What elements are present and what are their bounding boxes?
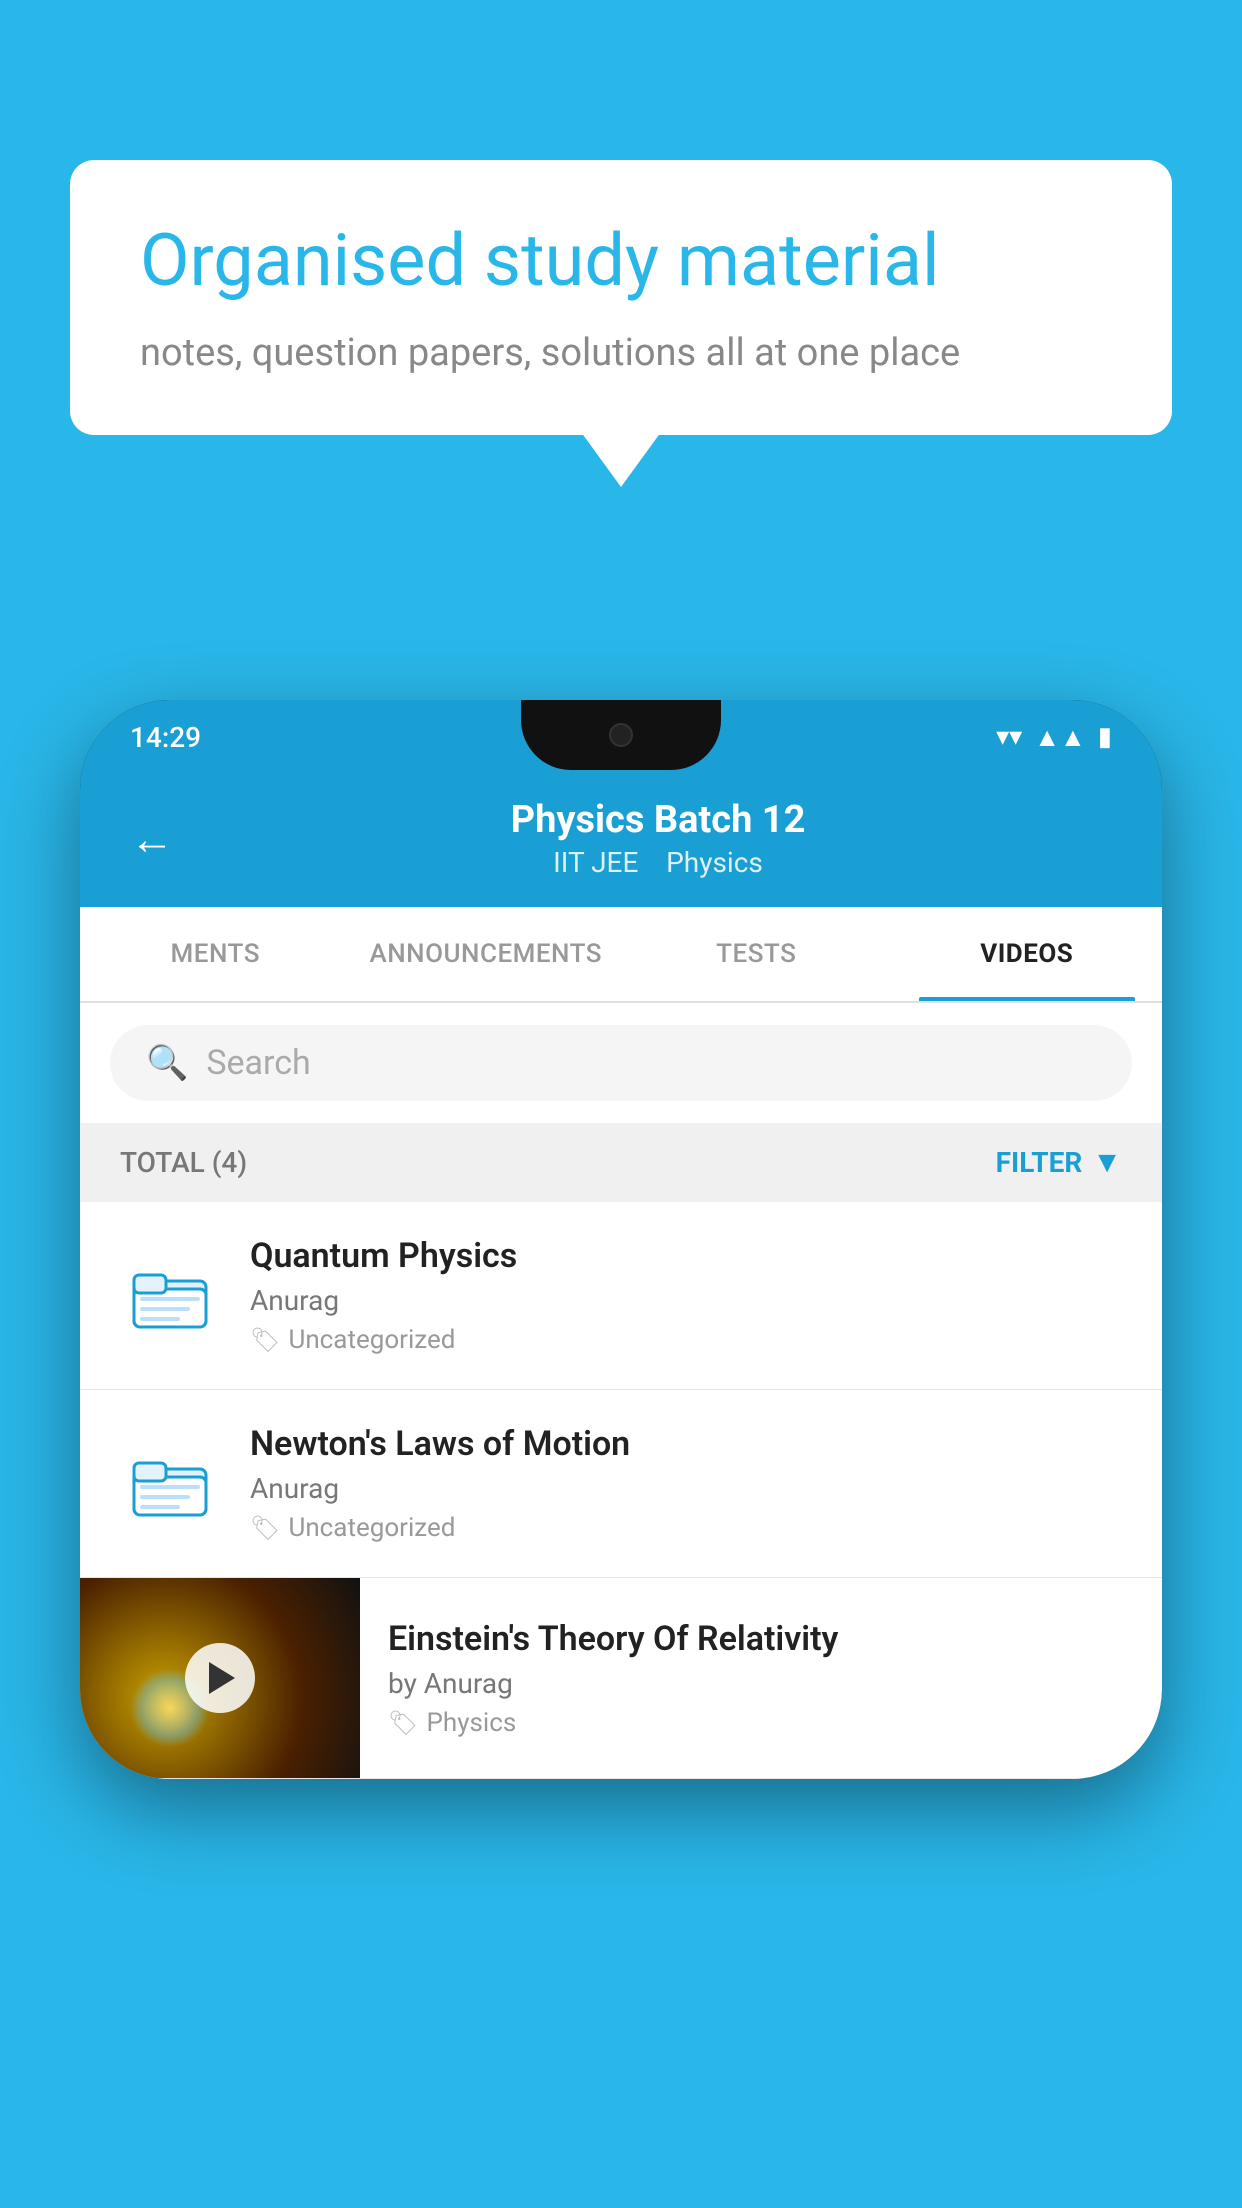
speech-bubble-section: Organised study material notes, question… <box>70 160 1172 435</box>
list-item[interactable]: Newton's Laws of Motion Anurag 🏷 Uncateg… <box>80 1390 1162 1578</box>
item-author: Anurag <box>250 1472 1122 1505</box>
tab-tests[interactable]: TESTS <box>621 907 892 1001</box>
phone-notch <box>521 700 721 770</box>
tag-label: Uncategorized <box>288 1325 455 1355</box>
search-placeholder: Search <box>206 1043 310 1083</box>
speech-bubble: Organised study material notes, question… <box>70 160 1172 435</box>
bubble-subtitle: notes, question papers, solutions all at… <box>140 331 1102 375</box>
item-title: Quantum Physics <box>250 1236 1122 1276</box>
item-info-3: Einstein's Theory Of Relativity by Anura… <box>360 1591 1162 1766</box>
status-time: 14:29 <box>130 721 201 754</box>
item-title: Newton's Laws of Motion <box>250 1424 1122 1464</box>
item-tag: 🏷 Physics <box>388 1708 1134 1738</box>
battery-icon: ▮ <box>1098 722 1112 752</box>
app-bar-title-group: Physics Batch 12 IIT JEE Physics <box>204 798 1112 879</box>
item-icon-2 <box>120 1449 220 1519</box>
tab-bar: MENTS ANNOUNCEMENTS TESTS VIDEOS <box>80 907 1162 1003</box>
item-tag: 🏷 Uncategorized <box>250 1513 1122 1543</box>
bubble-title: Organised study material <box>140 220 1102 303</box>
status-icons: ▾▾ ▲▲ ▮ <box>996 722 1112 753</box>
tag-icon: 🏷 <box>250 1514 280 1542</box>
tab-videos[interactable]: VIDEOS <box>892 907 1163 1001</box>
play-button[interactable] <box>185 1643 255 1713</box>
app-bar-subtitle: IIT JEE Physics <box>204 846 1112 879</box>
total-count-label: TOTAL (4) <box>120 1146 247 1179</box>
list-item[interactable]: Quantum Physics Anurag 🏷 Uncategorized <box>80 1202 1162 1390</box>
phone-body: 14:29 ▾▾ ▲▲ ▮ ← Physics Batch 12 IIT JEE… <box>80 700 1162 1779</box>
item-title: Einstein's Theory Of Relativity <box>388 1619 1134 1659</box>
item-info-2: Newton's Laws of Motion Anurag 🏷 Uncateg… <box>250 1424 1122 1543</box>
item-info-1: Quantum Physics Anurag 🏷 Uncategorized <box>250 1236 1122 1355</box>
filter-label: FILTER <box>996 1146 1083 1179</box>
back-button[interactable]: ← <box>130 813 174 865</box>
item-author: Anurag <box>250 1284 1122 1317</box>
item-author: by Anurag <box>388 1667 1134 1700</box>
item-icon-1 <box>120 1261 220 1331</box>
play-icon <box>209 1662 235 1694</box>
signal-icon: ▲▲ <box>1034 722 1085 753</box>
tab-announcements[interactable]: ANNOUNCEMENTS <box>351 907 622 1001</box>
folder-icon <box>130 1261 210 1331</box>
search-container: 🔍 Search <box>80 1003 1162 1123</box>
folder-icon <box>130 1449 210 1519</box>
subtitle-physics: Physics <box>666 846 763 879</box>
filter-bar: TOTAL (4) FILTER ▼ <box>80 1123 1162 1202</box>
video-list: Quantum Physics Anurag 🏷 Uncategorized <box>80 1202 1162 1779</box>
subtitle-iit: IIT JEE <box>553 846 638 879</box>
search-icon: 🔍 <box>146 1043 188 1083</box>
filter-button[interactable]: FILTER ▼ <box>996 1145 1122 1180</box>
tag-label: Uncategorized <box>288 1513 455 1543</box>
wifi-icon: ▾▾ <box>996 722 1022 752</box>
video-thumbnail <box>80 1578 360 1778</box>
filter-icon: ▼ <box>1092 1145 1122 1180</box>
tag-icon: 🏷 <box>388 1709 418 1737</box>
phone-mockup: 14:29 ▾▾ ▲▲ ▮ ← Physics Batch 12 IIT JEE… <box>80 700 1162 1779</box>
front-camera <box>609 723 633 747</box>
tag-icon: 🏷 <box>250 1326 280 1354</box>
app-bar: ← Physics Batch 12 IIT JEE Physics <box>80 770 1162 907</box>
tag-label: Physics <box>426 1708 516 1738</box>
phone-screen: 14:29 ▾▾ ▲▲ ▮ ← Physics Batch 12 IIT JEE… <box>80 700 1162 1779</box>
item-tag: 🏷 Uncategorized <box>250 1325 1122 1355</box>
search-bar[interactable]: 🔍 Search <box>110 1025 1132 1101</box>
list-item[interactable]: Einstein's Theory Of Relativity by Anura… <box>80 1578 1162 1779</box>
tab-ments[interactable]: MENTS <box>80 907 351 1001</box>
app-bar-title: Physics Batch 12 <box>204 798 1112 842</box>
